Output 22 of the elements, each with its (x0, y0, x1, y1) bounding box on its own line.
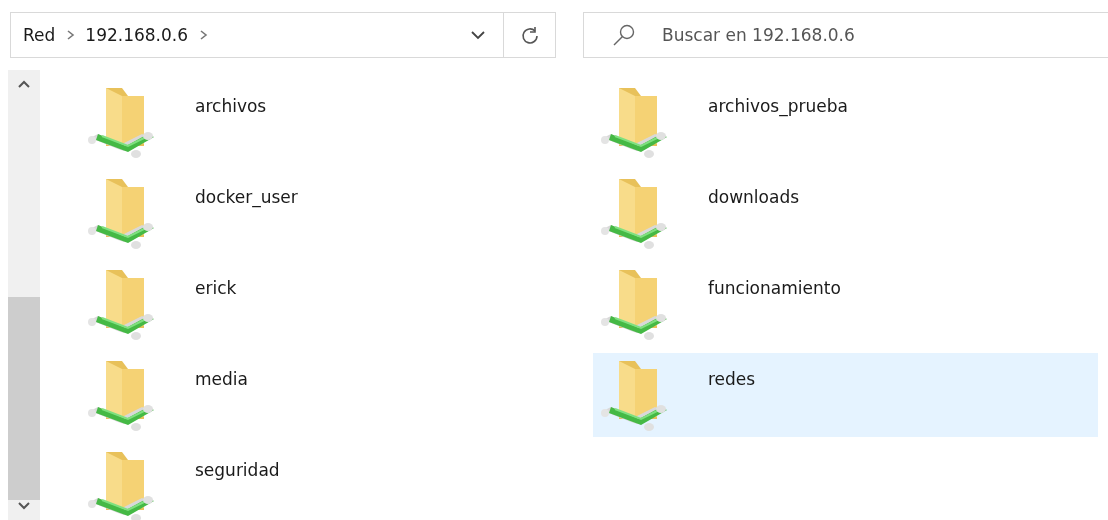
refresh-icon (519, 25, 540, 45)
folder-item[interactable]: docker_user (80, 171, 585, 255)
breadcrumb[interactable]: Red (23, 25, 56, 45)
folder-item[interactable]: downloads (593, 171, 1098, 255)
folder-item[interactable]: archivos (80, 80, 585, 164)
chevron-up-icon (18, 80, 30, 88)
chevron-icon[interactable] (65, 30, 76, 40)
folder-item[interactable]: archivos_prueba (593, 80, 1098, 164)
search-icon (612, 23, 636, 47)
folder-item[interactable]: seguridad (80, 444, 585, 520)
scrollbar[interactable] (8, 70, 40, 520)
address-bar[interactable]: Red 192.168.0.6 (10, 12, 556, 58)
chevron-down-icon (470, 30, 486, 40)
folder-item[interactable]: media (80, 353, 585, 437)
folder-item[interactable]: funcionamiento (593, 262, 1098, 346)
folder-item[interactable]: redes (593, 353, 1098, 437)
chevron-down-icon (18, 502, 30, 510)
chevron-icon[interactable] (198, 30, 209, 40)
folder-item[interactable]: erick (80, 262, 585, 346)
breadcrumb[interactable]: 192.168.0.6 (85, 25, 189, 45)
scrollbar-thumb[interactable] (8, 297, 40, 500)
search-field[interactable]: Buscar en 192.168.0.6 (662, 25, 962, 45)
